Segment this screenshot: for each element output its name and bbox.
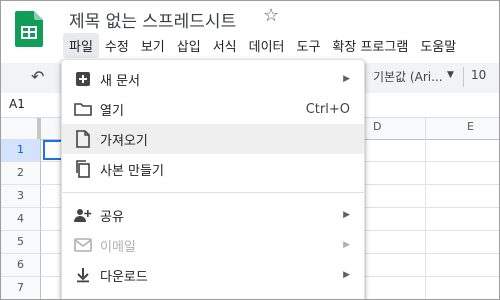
copy-icon (74, 160, 92, 178)
row-header-1[interactable]: 1 (1, 139, 41, 162)
file-icon (74, 130, 92, 148)
mail-icon (74, 236, 92, 254)
menu-item-email[interactable]: 이메일 ▶ (62, 230, 364, 260)
submenu-arrow-icon: ▶ (343, 240, 350, 250)
submenu-arrow-icon: ▶ (343, 210, 350, 220)
menu-insert[interactable]: 삽입 (171, 33, 207, 58)
menu-bar: 파일 수정 보기 삽입 서식 데이터 도구 확장 프로그램 도움말 (63, 32, 462, 58)
person-add-icon (74, 206, 92, 224)
menu-item-download[interactable]: 다운로드 ▶ (62, 260, 364, 290)
star-icon[interactable]: ☆ (263, 5, 279, 26)
menu-edit[interactable]: 수정 (99, 33, 135, 58)
file-menu-dropdown: 새 문서 ▶ 열기 Ctrl+O 가져오기 사본 만들기 공유 ▶ 이메일 ▶ … (61, 59, 365, 299)
row-header-7[interactable]: 7 (1, 277, 41, 299)
select-all-corner[interactable] (1, 118, 41, 139)
menu-item-new[interactable]: 새 문서 ▶ (62, 64, 364, 94)
row-header-4[interactable]: 4 (1, 208, 41, 231)
menu-item-import[interactable]: 가져오기 (62, 124, 364, 154)
menu-item-share[interactable]: 공유 ▶ (62, 200, 364, 230)
sheets-logo-icon[interactable] (15, 11, 43, 47)
plus-box-icon (74, 70, 92, 88)
column-divider (425, 118, 426, 299)
column-header-d[interactable]: D (373, 120, 381, 133)
menu-help[interactable]: 도움말 (414, 33, 462, 58)
menu-item-label: 열기 (100, 103, 124, 119)
row-header-2[interactable]: 2 (1, 162, 41, 185)
download-icon (74, 266, 92, 284)
menu-item-label: 사본 만들기 (100, 163, 164, 179)
name-box[interactable]: A1 (9, 97, 25, 111)
app-window: 제목 없는 스프레드시트 ☆ 파일 수정 보기 삽입 서식 데이터 도구 확장 … (0, 0, 500, 300)
menu-file[interactable]: 파일 (63, 32, 99, 58)
submenu-arrow-icon: ▶ (343, 74, 350, 84)
row-header-6[interactable]: 6 (1, 254, 41, 277)
submenu-arrow-icon: ▶ (343, 270, 350, 280)
menu-format[interactable]: 서식 (207, 33, 243, 58)
menu-item-label: 공유 (100, 209, 124, 225)
menu-item-label: 다운로드 (100, 269, 148, 285)
font-dropdown-caret-icon[interactable]: ▼ (447, 70, 454, 80)
folder-icon (74, 100, 92, 118)
menu-tools[interactable]: 도구 (291, 33, 327, 58)
font-size-input[interactable]: 10 (471, 68, 486, 82)
font-family-select[interactable]: 기본값 (Ari... (373, 68, 443, 85)
menu-item-open[interactable]: 열기 Ctrl+O (62, 94, 364, 124)
menu-separator (62, 192, 364, 193)
row-header-5[interactable]: 5 (1, 231, 41, 254)
menu-extensions[interactable]: 확장 프로그램 (326, 33, 414, 58)
row-header-3[interactable]: 3 (1, 185, 41, 208)
menu-item-label: 새 문서 (100, 73, 141, 89)
menu-item-label: 가져오기 (100, 133, 148, 149)
undo-icon[interactable]: ↶ (31, 67, 44, 86)
menu-view[interactable]: 보기 (135, 33, 171, 58)
toolbar-divider (463, 67, 464, 87)
menu-item-label: 이메일 (100, 239, 136, 255)
column-header-e[interactable]: E (467, 120, 474, 133)
document-title[interactable]: 제목 없는 스프레드시트 (69, 7, 236, 32)
menu-item-make-copy[interactable]: 사본 만들기 (62, 154, 364, 184)
shortcut-text: Ctrl+O (305, 101, 350, 117)
menu-data[interactable]: 데이터 (243, 33, 291, 58)
